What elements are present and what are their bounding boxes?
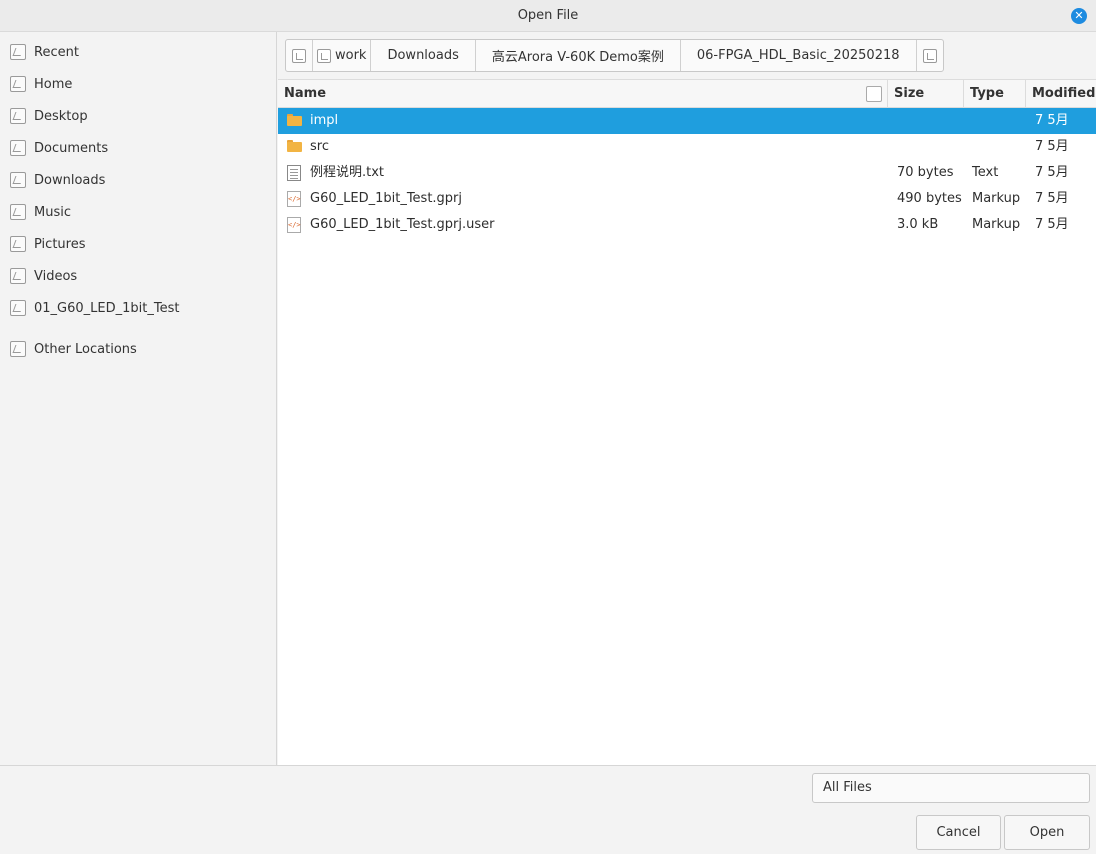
sidebar-item-label: Pictures xyxy=(34,236,86,252)
music-icon xyxy=(10,204,26,220)
sidebar-item-label: Other Locations xyxy=(34,341,137,357)
text-file-icon xyxy=(287,165,301,181)
path-scroll-right-button[interactable] xyxy=(917,40,943,71)
file-list[interactable]: Name Size Type Modified impl 7 5月 src 7 … xyxy=(278,79,1096,765)
open-file-dialog: Open File ✕ Recent Home Desktop Document… xyxy=(0,0,1096,854)
markup-file-icon: </> xyxy=(287,217,301,233)
file-name: 例程说明.txt xyxy=(310,165,385,180)
crumb-label: work xyxy=(335,48,367,63)
sidebar-item-other-locations[interactable]: Other Locations xyxy=(0,334,276,364)
path-bar: work Downloads 高云Arora V-60K Demo案例 06-F… xyxy=(285,39,944,72)
table-row[interactable]: </> G60_LED_1bit_Test.gprj 490 bytes Mar… xyxy=(278,186,1096,212)
sidebar-item-videos[interactable]: Videos xyxy=(0,261,276,291)
column-header-type[interactable]: Type xyxy=(964,80,1026,108)
sidebar-item-label: Home xyxy=(34,76,73,92)
file-type: Markup xyxy=(972,191,1021,206)
sidebar-item-label: Downloads xyxy=(34,172,106,188)
column-header-label: Name xyxy=(284,86,327,101)
close-button[interactable]: ✕ xyxy=(1071,8,1087,24)
sidebar-item-recent[interactable]: Recent xyxy=(0,37,276,67)
file-name: impl xyxy=(310,113,339,128)
path-crumb-work[interactable]: work xyxy=(313,40,372,71)
file-type-filter[interactable]: All Files xyxy=(812,773,1090,803)
file-type: Markup xyxy=(972,217,1021,232)
file-size: 70 bytes xyxy=(897,165,954,180)
sidebar-item-bookmark[interactable]: 01_G60_LED_1bit_Test xyxy=(0,293,276,323)
column-header-label: Type xyxy=(970,86,1004,101)
file-size: 3.0 kB xyxy=(897,217,939,232)
file-name: G60_LED_1bit_Test.gprj xyxy=(310,191,463,206)
markup-file-icon: </> xyxy=(287,191,301,207)
sidebar-item-documents[interactable]: Documents xyxy=(0,133,276,163)
sidebar-item-label: 01_G60_LED_1bit_Test xyxy=(34,300,180,316)
file-list-header: Name Size Type Modified xyxy=(278,79,1096,108)
path-crumb-demo[interactable]: 高云Arora V-60K Demo案例 xyxy=(476,40,681,71)
folder-icon xyxy=(287,114,302,126)
pictures-icon xyxy=(10,236,26,252)
home-folder-icon xyxy=(317,48,331,63)
column-header-label: Modified xyxy=(1032,86,1096,101)
sidebar-item-downloads[interactable]: Downloads xyxy=(0,165,276,195)
folder-icon xyxy=(287,140,302,152)
file-modified: 7 5月 xyxy=(1035,217,1069,232)
file-name: src xyxy=(310,139,329,154)
file-modified: 7 5月 xyxy=(1035,139,1069,154)
file-name: G60_LED_1bit_Test.gprj.user xyxy=(310,217,495,232)
videos-icon xyxy=(10,268,26,284)
dialog-footer: All Files Cancel Open xyxy=(0,765,1096,854)
sidebar-item-pictures[interactable]: Pictures xyxy=(0,229,276,259)
path-crumb-downloads[interactable]: Downloads xyxy=(371,40,476,71)
close-icon: ✕ xyxy=(1074,9,1084,22)
folder-bookmark-icon xyxy=(10,300,26,316)
path-scroll-left-button[interactable] xyxy=(286,40,313,71)
column-header-name[interactable]: Name xyxy=(278,80,888,108)
title-bar: Open File ✕ xyxy=(0,0,1096,32)
crumb-label: Downloads xyxy=(387,48,459,63)
open-button[interactable]: Open xyxy=(1004,815,1090,850)
home-icon xyxy=(10,76,26,92)
file-modified: 7 5月 xyxy=(1035,165,1069,180)
sidebar-item-music[interactable]: Music xyxy=(0,197,276,227)
table-row[interactable]: src 7 5月 xyxy=(278,134,1096,160)
sidebar-item-label: Recent xyxy=(34,44,79,60)
file-modified: 7 5月 xyxy=(1035,113,1069,128)
table-row[interactable]: 例程说明.txt 70 bytes Text 7 5月 xyxy=(278,160,1096,186)
sidebar-item-label: Desktop xyxy=(34,108,88,124)
file-type: Text xyxy=(972,165,999,180)
scroll-left-icon xyxy=(292,48,306,63)
cancel-button[interactable]: Cancel xyxy=(916,815,1001,850)
column-header-label: Size xyxy=(894,86,925,101)
other-locations-icon xyxy=(10,341,26,357)
downloads-icon xyxy=(10,172,26,188)
sidebar-item-desktop[interactable]: Desktop xyxy=(0,101,276,131)
dialog-title: Open File xyxy=(517,8,579,23)
path-crumb-current[interactable]: 06-FPGA_HDL_Basic_20250218 xyxy=(681,40,917,71)
recent-icon xyxy=(10,44,26,60)
places-sidebar: Recent Home Desktop Documents Downloads … xyxy=(0,32,277,765)
table-row[interactable]: impl 7 5月 xyxy=(278,108,1096,134)
sidebar-item-home[interactable]: Home xyxy=(0,69,276,99)
sidebar-item-label: Documents xyxy=(34,140,109,156)
file-size: 490 bytes xyxy=(897,191,962,206)
crumb-label: 高云Arora V-60K Demo案例 xyxy=(491,50,664,65)
sidebar-item-label: Music xyxy=(34,204,71,220)
crumb-label: 06-FPGA_HDL_Basic_20250218 xyxy=(696,48,900,63)
column-header-modified[interactable]: Modified xyxy=(1026,80,1096,108)
column-header-size[interactable]: Size xyxy=(888,80,964,108)
desktop-icon xyxy=(10,108,26,124)
scroll-right-icon xyxy=(922,48,937,63)
documents-icon xyxy=(10,140,26,156)
sidebar-item-label: Videos xyxy=(34,268,78,284)
sort-icon xyxy=(866,86,882,102)
file-modified: 7 5月 xyxy=(1035,191,1069,206)
table-row[interactable]: </> G60_LED_1bit_Test.gprj.user 3.0 kB M… xyxy=(278,212,1096,238)
